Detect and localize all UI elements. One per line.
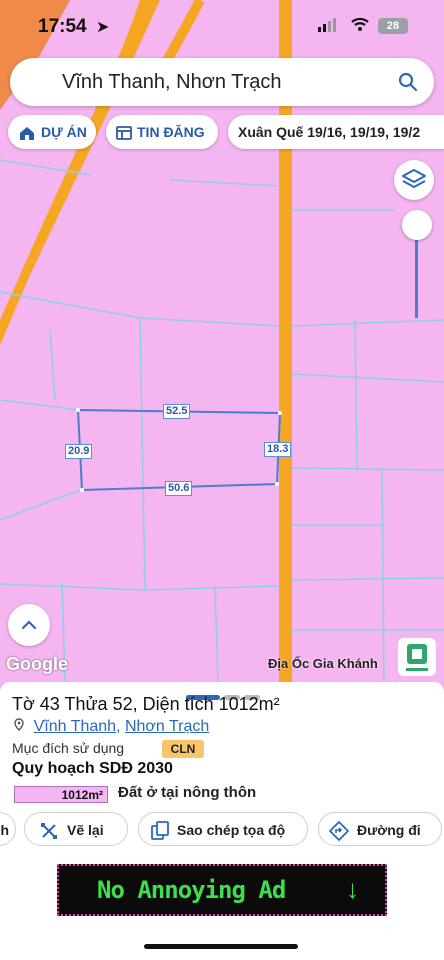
wifi-icon <box>350 16 370 37</box>
search-query[interactable]: Vĩnh Thanh, Nhơn Trạch <box>62 71 282 94</box>
parcel-title: Tờ 43 Thửa 52, Diện tích 1012m² <box>12 694 280 714</box>
copy-icon <box>151 821 169 841</box>
action-row: h Vẽ lại Sao chép tọa độ Đường đi <box>0 812 444 848</box>
action-partial-button[interactable]: h <box>0 812 16 846</box>
home-icon <box>20 127 34 141</box>
edge-label-right: 18.3 <box>264 442 292 457</box>
district-link[interactable]: Nhơn Trạch <box>125 718 209 735</box>
battery-icon: 28 <box>378 18 408 34</box>
redraw-button[interactable]: Vẽ lại <box>24 812 128 846</box>
location-arrow-icon: ➤ <box>96 19 110 36</box>
plan-land-type: Đất ở tại nông thôn <box>118 784 257 801</box>
directions-icon <box>328 821 350 842</box>
edge-label-bottom: 50.6 <box>165 481 193 496</box>
parcel-location: Vĩnh Thanh, Nhơn Trạch <box>14 718 209 736</box>
listing-icon <box>116 126 132 141</box>
parcel-outline <box>76 408 282 492</box>
brand-label: Địa Ốc Gia Khánh <box>268 656 378 671</box>
download-arrow-icon: ↓ <box>346 874 359 904</box>
parcel-lines <box>0 117 444 682</box>
edge-label-left: 20.9 <box>65 444 93 459</box>
home-indicator[interactable] <box>144 944 298 949</box>
chevron-up-icon <box>21 620 37 630</box>
google-attribution: Google <box>6 654 68 674</box>
directions-button[interactable]: Đường đi <box>318 812 442 846</box>
commune-link[interactable]: Vĩnh Thanh <box>34 718 116 735</box>
opacity-slider-knob[interactable] <box>402 210 432 240</box>
plan-title: Quy hoạch SDĐ 2030 <box>12 760 173 777</box>
search-icon[interactable] <box>398 72 418 92</box>
plan-area-badge: 1012m² <box>14 786 108 803</box>
layers-icon <box>402 169 426 188</box>
purpose-code-badge: CLN <box>162 740 204 758</box>
layers-button[interactable] <box>394 160 434 200</box>
copy-coordinates-button[interactable]: Sao chép tọa độ <box>138 812 308 846</box>
expand-up-button[interactable] <box>8 604 50 646</box>
chip-project[interactable]: DỰ ÁN <box>8 115 96 149</box>
purpose-label: Mục đích sử dụng <box>12 740 125 756</box>
parcel-info-sheet: Tờ 43 Thửa 52, Diện tích 1012m² Vĩnh Tha… <box>0 682 444 960</box>
location-pin-icon <box>14 718 28 734</box>
chip-listing[interactable]: TIN ĐĂNG <box>106 115 218 149</box>
chip-address[interactable]: Xuân Quế 19/16, 19/19, 19/2 <box>228 115 444 149</box>
opacity-slider-track[interactable] <box>415 238 418 318</box>
ad-banner[interactable]: No Annoying Ad ↓ <box>57 864 387 916</box>
redraw-icon <box>41 823 57 840</box>
search-bar[interactable]: Vĩnh Thanh, Nhơn Trạch <box>10 58 434 106</box>
signal-icon <box>318 18 336 32</box>
brand-logo <box>398 638 436 676</box>
status-time: 17:54 <box>38 16 87 37</box>
status-bar: 17:54 ➤ 28 <box>0 0 444 52</box>
ad-text: No Annoying Ad <box>97 876 286 904</box>
edge-label-top: 52.5 <box>163 404 191 419</box>
